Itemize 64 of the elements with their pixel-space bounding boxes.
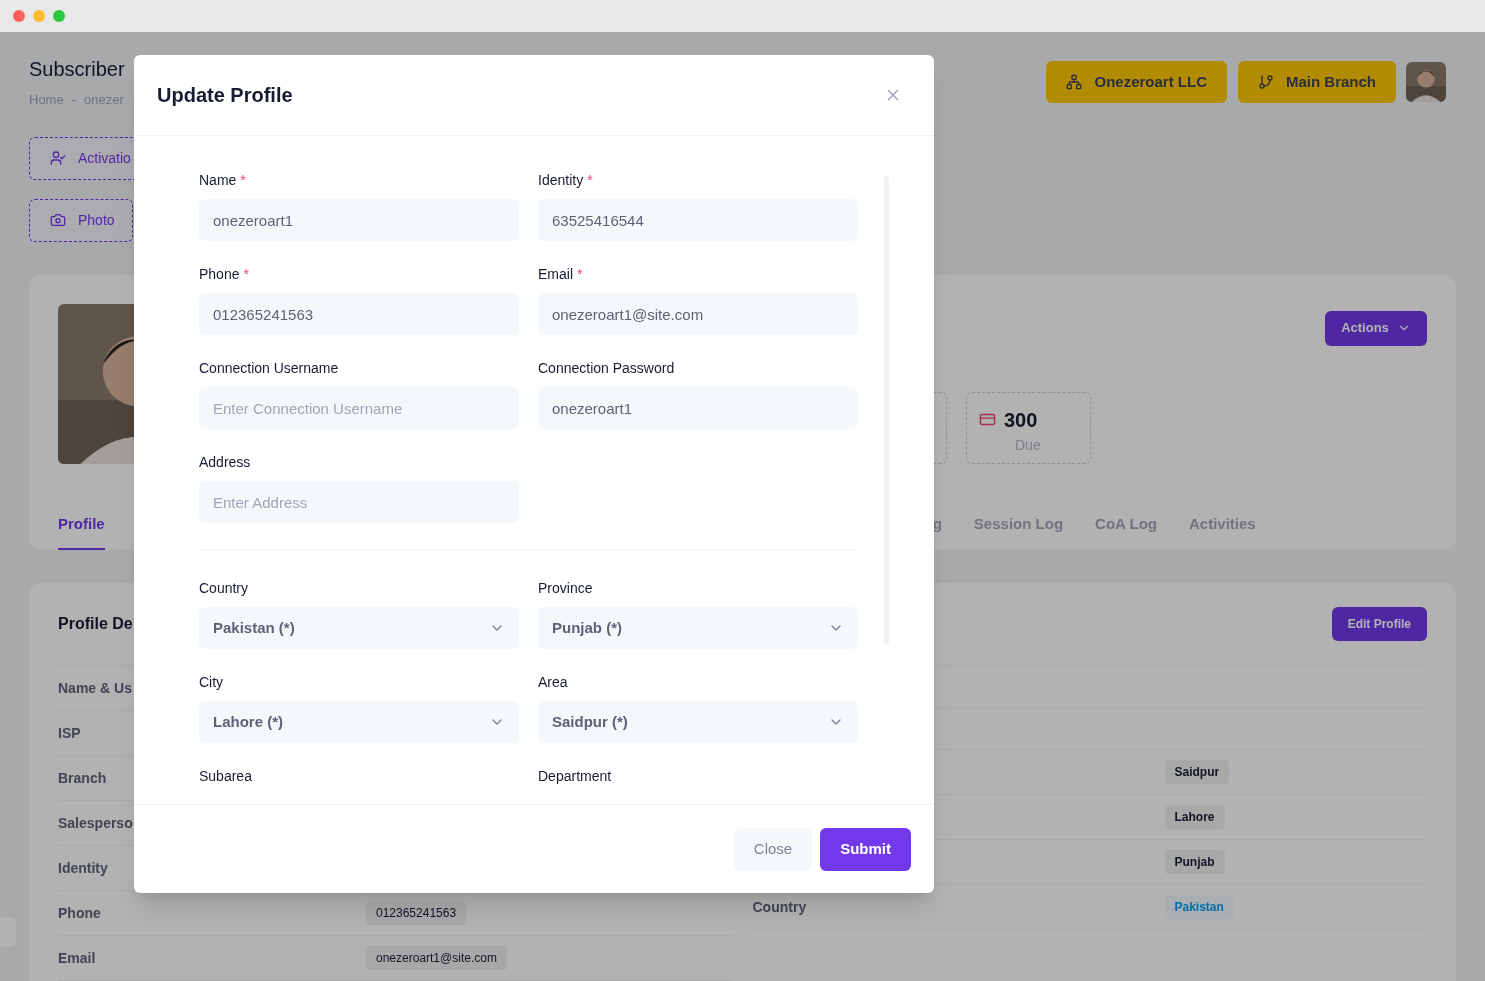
actions-button[interactable]: Actions [1325, 310, 1427, 346]
detail-label: Country [752, 898, 807, 915]
close-button[interactable]: Close [733, 827, 813, 871]
select-field[interactable]: Lahore (*) [199, 701, 519, 743]
text-field[interactable]: 012365241563 [199, 293, 519, 335]
breadcrumb-separator: - [71, 91, 77, 109]
select-field[interactable]: Pakistan (*) [199, 607, 519, 649]
camera-icon [50, 212, 66, 228]
field-label: Area [538, 673, 568, 692]
profile-tab[interactable]: Profile [58, 513, 105, 550]
submit-button[interactable]: Submit [820, 827, 911, 871]
field-label: Department [538, 767, 612, 786]
dialog-title: Update Profile [157, 83, 293, 108]
field-label: Connection Username [199, 359, 339, 378]
field-label: Province [538, 579, 593, 598]
breadcrumb-current: onezer [84, 91, 124, 109]
detail-value: Punjab [1164, 849, 1225, 874]
user-check-icon [50, 150, 66, 166]
photo-button[interactable]: Photo [29, 198, 133, 242]
detail-value: Lahore [1164, 804, 1225, 829]
field-label: Connection Password [538, 359, 675, 378]
detail-label: Branch [58, 769, 107, 786]
text-field[interactable]: Enter Address [199, 481, 519, 523]
field-label: Phone [199, 265, 240, 284]
detail-label: Name & Us [58, 679, 132, 696]
select-field[interactable]: Punjab (*) [538, 607, 858, 649]
detail-label: ISP [58, 724, 81, 741]
field-label: Subarea [199, 767, 252, 786]
detail-label: Phone [58, 904, 101, 921]
text-field[interactable]: onezeroart1@site.com [538, 293, 858, 335]
required-mark: * [240, 171, 246, 190]
branch-button[interactable]: Main Branch [1238, 61, 1396, 103]
text-field[interactable]: 63525416544 [538, 199, 858, 241]
detail-value: Saidpur [1164, 759, 1230, 784]
detail-value: 012365241563 [366, 900, 467, 925]
required-mark: * [577, 265, 583, 284]
required-mark: * [587, 171, 593, 190]
text-field[interactable]: Enter Connection Username [199, 387, 519, 429]
text-field[interactable]: onezeroart1 [199, 199, 519, 241]
minimize-window-icon[interactable] [33, 10, 45, 22]
page-title: Subscriber [29, 57, 125, 82]
field-label: Identity [538, 171, 584, 190]
card-title: Profile De [58, 613, 133, 634]
detail-value: Pakistan [1164, 894, 1234, 919]
credit-card-icon [979, 411, 996, 428]
network-icon [1066, 74, 1083, 90]
edit-profile-button[interactable]: Edit Profile [1331, 606, 1427, 641]
stat-value: 300 [1004, 407, 1038, 433]
detail-label: Salesperso [58, 814, 133, 831]
close-window-icon[interactable] [13, 10, 25, 22]
select-field[interactable]: Saidpur (*) [538, 701, 858, 743]
field-label: Email [538, 265, 573, 284]
field-label: Name [199, 171, 237, 190]
text-field[interactable]: onezeroart1 [538, 387, 858, 429]
detail-label: Email [58, 949, 96, 966]
field-label: City [199, 673, 224, 692]
required-mark: * [243, 265, 249, 284]
field-label: Country [199, 579, 249, 598]
branch-icon [1258, 74, 1274, 90]
field-label: Address [199, 453, 251, 472]
branch-button[interactable]: Onezeroart LLC [1046, 61, 1227, 103]
maximize-window-icon[interactable] [53, 10, 65, 22]
detail-value: onezeroart1@site.com [366, 945, 507, 970]
detail-label: Identity [58, 859, 108, 876]
